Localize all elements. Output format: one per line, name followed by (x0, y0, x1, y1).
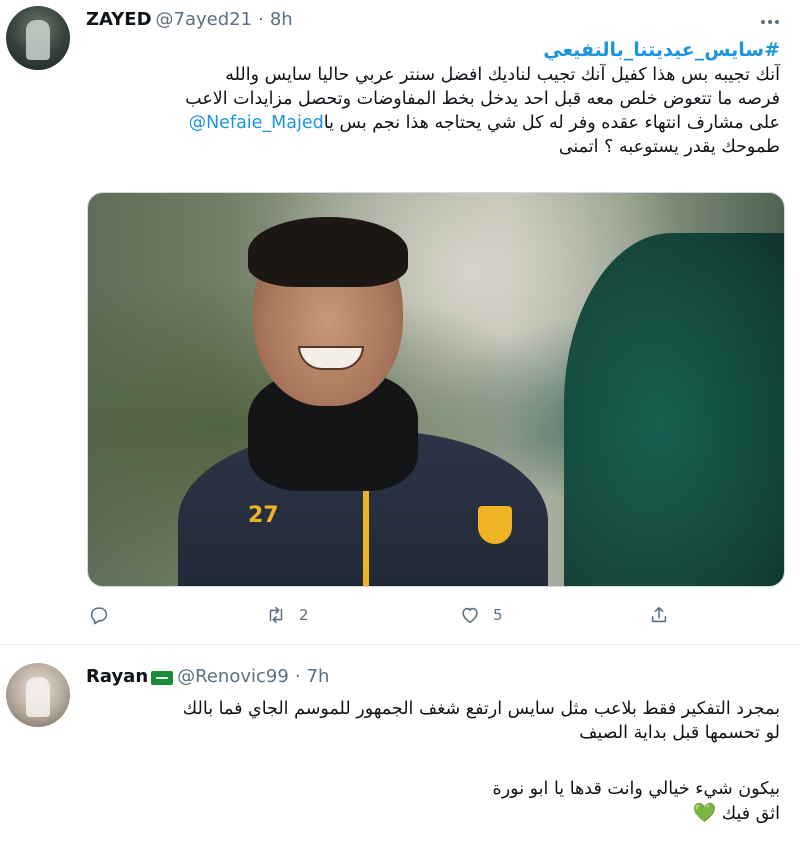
tweet-text-line: آنك تجيبه بس هذا كفيل آنك تجيب لناديك اف… (225, 65, 780, 85)
share-icon (651, 606, 667, 623)
separator-dot: · (258, 9, 264, 30)
tweet-time[interactable]: 7h (307, 666, 330, 687)
tweet-header: Rayan @Renovic99 · 7h (86, 666, 329, 687)
tweet-rayan[interactable]: Rayan @Renovic99 · 7h بمجرد التفكير فقط … (0, 645, 800, 856)
reply-icon (90, 607, 108, 625)
mention-link[interactable]: @Nefaie_Majed (189, 113, 324, 133)
tweet-actions: 2 5 (0, 600, 800, 630)
wolves-badge-icon (478, 506, 512, 544)
tweet-zayed[interactable]: ZAYED @7ayed21 · 8h #سايس_عيديتنا_بالنفي… (0, 0, 800, 645)
retweet-icon (269, 606, 283, 624)
saudi-flag-icon (151, 670, 174, 685)
author-handle[interactable]: @7ayed21 (156, 9, 253, 30)
tweet-text-line: على مشارف انتهاء عقده وفر له كل شي يحتاج… (323, 113, 780, 133)
tweet-text-line: فرصه ما تتعوض خلص معه قبل احد يدخل بخط ا… (185, 89, 780, 109)
separator-dot: · (294, 666, 301, 687)
green-heart-icon: 💚 (692, 802, 717, 824)
player-figure: 27 (178, 217, 548, 586)
tweet-photo[interactable]: 27 (87, 192, 785, 587)
tweet-text-line: اثق فيك (721, 804, 780, 824)
tweet-text-line: بيكون شيء خيالي وانت قدها يا ابو نورة (492, 779, 780, 799)
hashtag-link[interactable]: #سايس_عيديتنا_بالنفيعي (543, 39, 780, 61)
tweet-time[interactable]: 8h (270, 9, 293, 30)
like-button[interactable]: 5 (459, 604, 503, 626)
heart-icon (462, 607, 478, 624)
author-handle[interactable]: @Renovic99 (177, 666, 289, 687)
tweet-text-line: طموحك يقدر يستوعبه ؟ اتمنى (558, 137, 780, 157)
retweet-button[interactable]: 2 (265, 604, 309, 626)
reply-button[interactable] (88, 604, 110, 626)
author-name[interactable]: ZAYED (86, 9, 152, 30)
more-options-icon[interactable] (758, 10, 782, 34)
tweet-text-line: لو تحسمها قبل بداية الصيف (579, 723, 780, 743)
jersey-number: 27 (248, 503, 279, 528)
tweet-text-line: بمجرد التفكير فقط بلاعب مثل سايس ارتفع ش… (182, 699, 780, 719)
tweet-text: #سايس_عيديتنا_بالنفيعي آنك تجيبه بس هذا … (80, 38, 780, 159)
avatar[interactable] (6, 663, 70, 727)
tweet-header: ZAYED @7ayed21 · 8h (86, 9, 293, 30)
tweet-text: بمجرد التفكير فقط بلاعب مثل سايس ارتفع ش… (80, 697, 780, 826)
author-name[interactable]: Rayan (86, 666, 148, 687)
avatar[interactable] (6, 6, 70, 70)
share-button[interactable] (648, 604, 670, 626)
retweet-count: 2 (299, 606, 309, 624)
like-count: 5 (493, 606, 503, 624)
